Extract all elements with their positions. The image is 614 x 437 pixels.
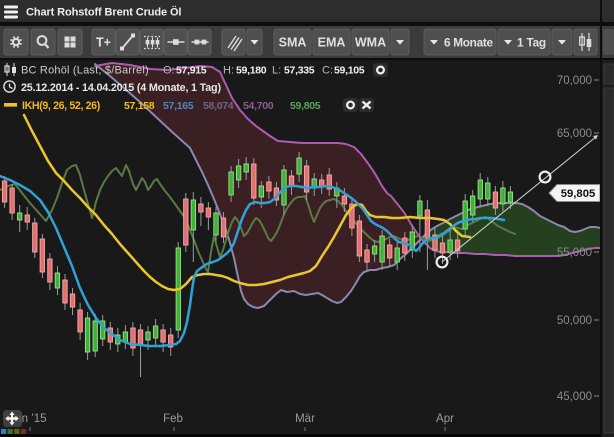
svg-text:Mär: Mär <box>295 413 315 425</box>
svg-text:59,805: 59,805 <box>561 188 596 200</box>
svg-text:59,805: 59,805 <box>290 100 321 112</box>
svg-text:57,165: 57,165 <box>163 100 194 112</box>
svg-text:EMA: EMA <box>318 36 346 50</box>
svg-text:57,335: 57,335 <box>284 65 315 77</box>
svg-text:H:: H: <box>223 65 234 77</box>
svg-text:WMA: WMA <box>355 36 386 50</box>
svg-text:O:: O: <box>163 65 175 77</box>
svg-text:IKH(9, 26, 52, 26): IKH(9, 26, 52, 26) <box>22 100 100 112</box>
svg-text:57,158: 57,158 <box>124 100 155 112</box>
svg-text:L:: L: <box>272 65 281 77</box>
svg-text:55,000: 55,000 <box>557 247 592 259</box>
svg-text:45,000: 45,000 <box>557 391 592 403</box>
svg-text:50,000: 50,000 <box>557 315 592 327</box>
svg-text:57,915: 57,915 <box>176 65 207 77</box>
svg-text:BC Rohöl (Last, $/Barrel): BC Rohöl (Last, $/Barrel) <box>21 65 149 77</box>
svg-text:59,180: 59,180 <box>236 65 267 77</box>
svg-text:SMA: SMA <box>279 36 307 50</box>
svg-text:1 Tag: 1 Tag <box>517 36 546 50</box>
svg-text:59,105: 59,105 <box>334 65 365 77</box>
svg-text:54,700: 54,700 <box>243 100 274 112</box>
svg-text:T+: T+ <box>96 36 111 50</box>
svg-text:70,000: 70,000 <box>557 75 592 87</box>
svg-text:C:: C: <box>322 65 333 77</box>
svg-text:Apr: Apr <box>436 413 454 425</box>
svg-text:6 Monate: 6 Monate <box>444 36 493 50</box>
svg-text:Feb: Feb <box>163 413 183 425</box>
svg-text:25.12.2014 - 14.04.2015 (4 Mon: 25.12.2014 - 14.04.2015 (4 Monate, 1 Tag… <box>21 82 221 94</box>
svg-text:65,000: 65,000 <box>557 128 592 140</box>
svg-text:58,074: 58,074 <box>203 100 234 112</box>
svg-text:Chart Rohstoff Brent Crude Öl: Chart Rohstoff Brent Crude Öl <box>26 6 181 19</box>
